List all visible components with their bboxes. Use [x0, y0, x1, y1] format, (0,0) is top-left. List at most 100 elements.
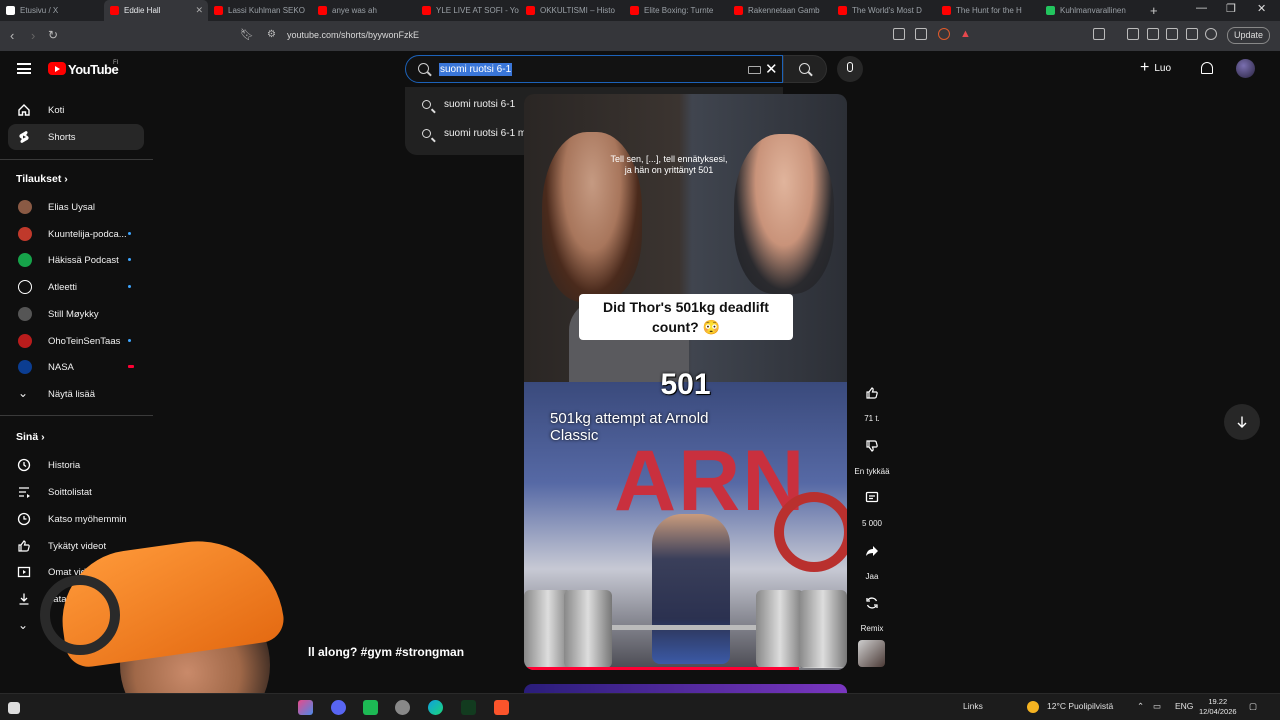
app-icon[interactable] [298, 700, 313, 715]
network-icon[interactable]: ▭ [1153, 701, 1161, 712]
sidebar-item-subscription[interactable]: OhoTeinSenTaas [8, 328, 144, 354]
you-heading[interactable]: Sinä › [16, 431, 45, 443]
browser-tab[interactable]: OKKULTISMI – Histo [520, 0, 624, 21]
puzzle-icon[interactable] [1186, 28, 1198, 40]
app-icon[interactable] [363, 700, 378, 715]
vpn-icon[interactable] [1205, 28, 1217, 40]
sidebar-item-history[interactable]: Historia [8, 452, 144, 478]
address-bar[interactable]: ⚙︎ youtube.com/shorts/byywonFzkE [263, 25, 1223, 47]
sidebar-item-watch-later[interactable]: Katso myöhemmin [8, 506, 144, 532]
sidebar-item-subscription[interactable]: Atleetti [8, 274, 144, 300]
update-button[interactable]: Update [1226, 27, 1270, 44]
sound-thumbnail[interactable] [858, 640, 885, 667]
brave-icon[interactable] [494, 700, 509, 715]
sidebar-item-playlists[interactable]: Soittolistat [8, 479, 144, 505]
maximize-icon[interactable]: ❐ [1226, 2, 1236, 15]
notifications-icon[interactable]: ▢ [1249, 701, 1257, 712]
back-icon[interactable]: ‹ [10, 28, 14, 43]
reading-list-icon[interactable] [1147, 28, 1159, 40]
sidebar-item-subscription[interactable]: Häkissä Podcast [8, 247, 144, 273]
media-icon[interactable] [1127, 28, 1139, 40]
progress-bar[interactable] [524, 667, 799, 670]
close-tab-icon[interactable]: ✕ [195, 5, 203, 16]
minimize-icon[interactable]: — [1196, 2, 1207, 14]
tab-title: YLE LIVE AT SOFI - Yo [436, 6, 519, 15]
avatar[interactable] [1236, 59, 1255, 78]
extension-icon[interactable] [1166, 28, 1178, 40]
youtube-favicon-icon [318, 6, 327, 15]
voice-search-button[interactable] [837, 56, 863, 82]
search-input[interactable]: suomi ruotsi 6-1 [439, 63, 513, 76]
short-video-player[interactable]: Tell sen, [...], tell ennätyksesi, ja hä… [524, 94, 847, 670]
browser-tab[interactable]: anye was ah [312, 0, 416, 21]
tab-title: Eddie Hall [124, 6, 161, 15]
subscriptions-heading[interactable]: Tilaukset › [16, 173, 68, 185]
sidebar-item-label: Shorts [48, 132, 76, 143]
language-indicator[interactable]: ENG [1175, 701, 1193, 711]
youtube-wordmark: YouTube [68, 62, 119, 77]
sidebar-item-home[interactable]: Koti [8, 97, 144, 123]
remix-button[interactable]: Remix [852, 596, 892, 633]
browser-tab[interactable]: The Hunt for the H [936, 0, 1040, 21]
start-icon[interactable] [8, 702, 20, 714]
sidebar-item-subscription[interactable]: Still Møykky [8, 301, 144, 327]
edge-icon[interactable] [428, 700, 443, 715]
weather-text[interactable]: 12°C Puolipilvistä [1047, 701, 1113, 711]
links-toolbar[interactable]: Links [963, 701, 983, 711]
you-heading-label: Sinä [16, 431, 39, 443]
create-button[interactable]: + Luo [1140, 60, 1171, 76]
browser-tab-active[interactable]: Eddie Hall ✕ [104, 0, 208, 21]
new-content-dot [128, 339, 131, 342]
browser-tab[interactable]: Etusivu / X [0, 0, 104, 21]
comment-icon [865, 491, 879, 503]
show-more-button[interactable]: ⌄ Näytä lisää [8, 381, 144, 407]
comments-button[interactable]: 5 000 [852, 491, 892, 528]
browser-tab[interactable]: Elite Boxing: Turnte [624, 0, 728, 21]
search-button[interactable] [783, 55, 827, 83]
brave-rewards-icon[interactable]: ▲ [960, 28, 971, 40]
system-clock[interactable]: 19.22 12/04/2026 [1199, 697, 1237, 717]
clear-search-icon[interactable]: ✕ [765, 60, 778, 78]
next-short-button[interactable] [1224, 404, 1260, 440]
sidebar-item-label: Näytä lisää [48, 389, 95, 400]
new-tab-button[interactable]: + [1150, 3, 1158, 18]
screenshot-icon[interactable] [915, 28, 927, 40]
app-icon[interactable] [395, 700, 410, 715]
keyboard-icon[interactable] [748, 66, 761, 74]
discord-icon[interactable] [331, 700, 346, 715]
menu-icon[interactable] [17, 63, 31, 74]
forward-icon[interactable]: › [31, 28, 35, 43]
tab-title: Elite Boxing: Turnte [644, 6, 714, 15]
dislike-button[interactable]: En tykkää [852, 439, 892, 476]
like-button[interactable]: 71 t. [852, 386, 892, 423]
kick-app-icon[interactable] [461, 700, 476, 715]
weather-icon [1027, 701, 1039, 713]
sidebar-item-subscription[interactable]: NASA [8, 354, 144, 380]
browser-tab[interactable]: YLE LIVE AT SOFI - Yo [416, 0, 520, 21]
channel-avatar [18, 334, 32, 348]
brave-shields-icon[interactable] [938, 28, 950, 40]
bookmark-icon[interactable]: 🔖︎ [240, 28, 254, 41]
search-box[interactable]: suomi ruotsi 6-1 ✕ [405, 55, 783, 83]
close-window-icon[interactable]: ✕ [1257, 2, 1266, 15]
sidebar-item-subscription[interactable]: Kuuntelija-podca... [8, 221, 144, 247]
browser-tab[interactable]: Rakennetaan Gamb [728, 0, 832, 21]
sidebar-toggle-icon[interactable] [1093, 28, 1105, 40]
tray-chevron-icon[interactable]: ⌃ [1137, 701, 1144, 712]
sidebar-item-subscription[interactable]: Elias Uysal [8, 194, 144, 220]
x-favicon-icon [6, 6, 15, 15]
reload-icon[interactable]: ↻ [48, 28, 58, 42]
tab-title: Etusivu / X [20, 6, 59, 15]
subtitle-line: Tell sen, [...], tell ennätyksesi, [610, 154, 728, 164]
notifications-bell-icon[interactable] [1201, 62, 1213, 74]
subscriptions-heading-label: Tilaukset [16, 173, 62, 185]
browser-tab[interactable]: Lassi Kuhlman SEKO [208, 0, 312, 21]
sidebar-item-label: NASA [48, 362, 74, 373]
share-button[interactable]: Jaa [852, 544, 892, 581]
sidebar-item-shorts[interactable]: Shorts [8, 124, 144, 150]
site-info-icon[interactable]: ⚙︎ [267, 29, 276, 40]
translate-icon[interactable] [893, 28, 905, 40]
browser-tab[interactable]: The World's Most D [832, 0, 936, 21]
browser-tab[interactable]: Kuhlmanvarallinen [1040, 0, 1144, 21]
browser-toolbar: ‹ › ↻ 🔖︎ ⚙︎ youtube.com/shorts/byywonFzk… [0, 21, 1280, 51]
